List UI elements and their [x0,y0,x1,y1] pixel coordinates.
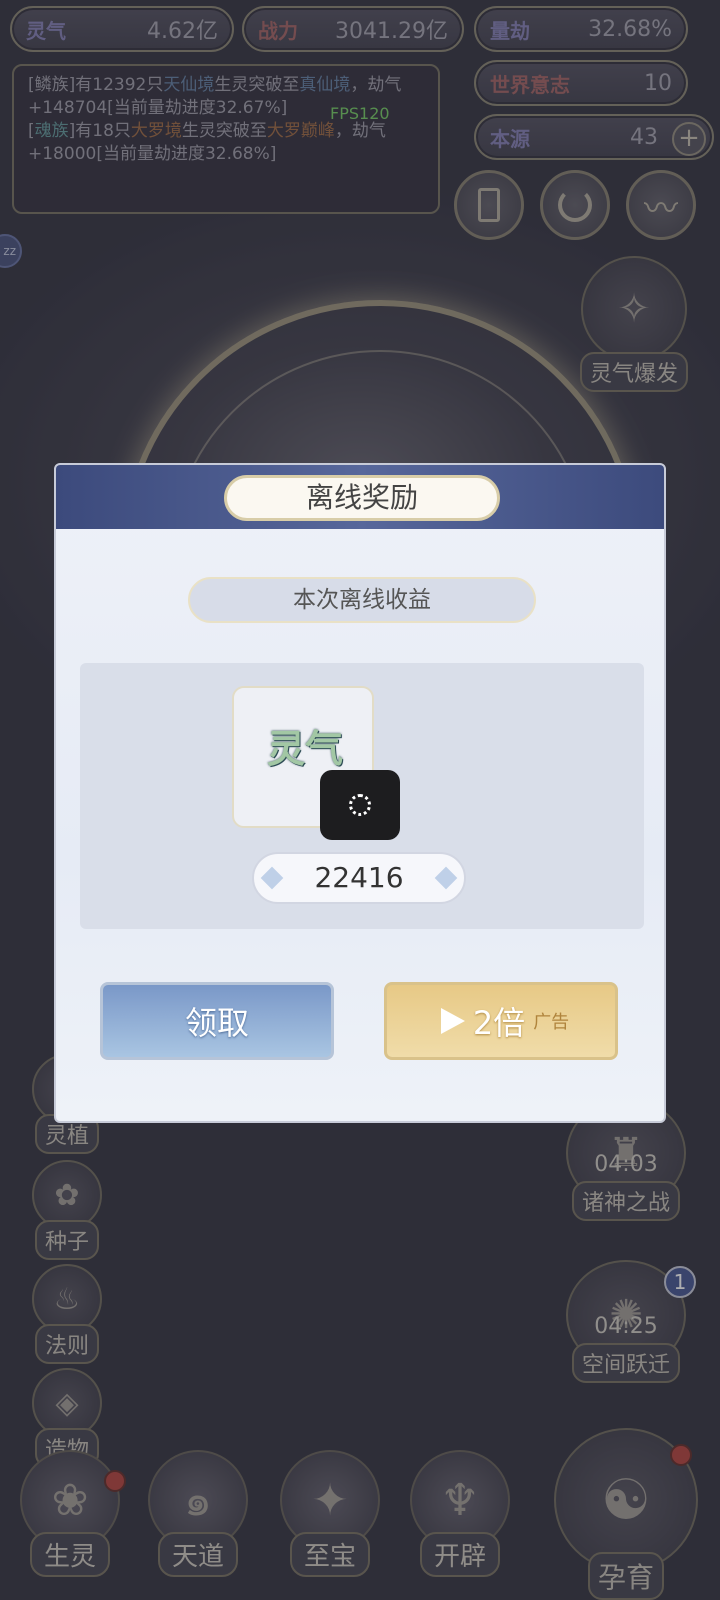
reward-amount: 22416 [252,852,466,904]
reward-item-name: 灵气 [266,726,343,771]
diamond-icon [260,866,284,890]
ad-label: 广告 [533,1012,570,1033]
dialog-subtitle: 本次离线收益 [188,577,536,623]
double-reward-ad-button[interactable]: 2倍 广告 [384,982,618,1060]
reward-amount-value: 22416 [314,861,404,894]
play-video-icon [433,1004,467,1038]
spinner-icon [349,794,371,816]
diamond-icon [434,866,458,890]
claim-button[interactable]: 领取 [100,982,334,1060]
claim-label: 领取 [184,1004,249,1042]
loading-spinner [320,770,400,840]
double-label: 2倍 [472,1004,526,1042]
dialog-title: 离线奖励 [224,475,500,521]
